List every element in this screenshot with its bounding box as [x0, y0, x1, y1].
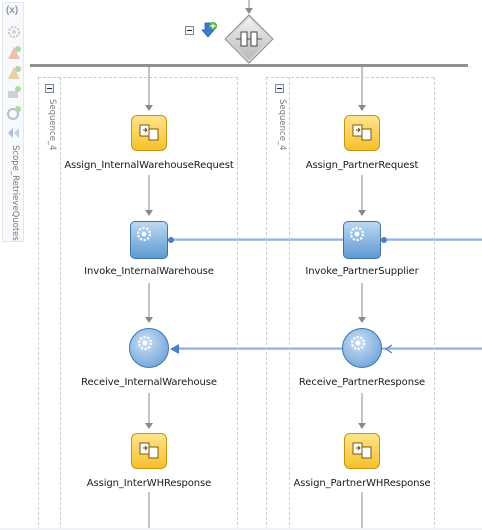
sequence-label-right: Sequence_4 [277, 99, 287, 151]
assign-activity-icon[interactable] [131, 115, 167, 151]
collapse-sequence-left[interactable] [45, 84, 54, 93]
flow-connectors [30, 0, 482, 530]
invoke-activity-icon[interactable] [343, 221, 381, 259]
gear-icon [349, 226, 365, 242]
gear-icon [136, 226, 152, 242]
activity-label: Assign_InternalWarehouseRequest [64, 160, 234, 171]
activity-label: Assign_PartnerWHResponse [293, 478, 431, 489]
assign-icon [139, 124, 159, 141]
activity-label: Invoke_PartnerSupplier [305, 266, 419, 277]
activity-label: Receive_PartnerResponse [298, 377, 426, 388]
flow-node-icon[interactable] [224, 14, 274, 64]
receive-activity-icon[interactable] [129, 328, 169, 368]
activity-label: Invoke_InternalWarehouse [84, 266, 214, 277]
bpel-canvas[interactable]: (x) Scope_RetrieveQuotes Sequence_4 Sequ… [0, 0, 482, 530]
gear-icon [137, 335, 153, 351]
assign-activity-icon[interactable] [344, 433, 380, 469]
assign-icon [352, 124, 372, 141]
activity-label: Assign_InterWHResponse [86, 478, 212, 489]
sequence-label-left: Sequence_4 [47, 99, 57, 151]
assign-activity-icon[interactable] [344, 115, 380, 151]
assign-icon [139, 442, 159, 459]
collapse-flow-toggle[interactable] [185, 26, 194, 35]
assign-activity-icon[interactable] [131, 433, 167, 469]
collapse-sequence-right[interactable] [275, 84, 284, 93]
receive-activity-icon[interactable] [342, 328, 382, 368]
assign-icon [352, 442, 372, 459]
add-sequence-icon[interactable] [200, 21, 218, 39]
gear-icon [350, 335, 366, 351]
activity-label: Receive_InternalWarehouse [81, 377, 217, 388]
invoke-activity-icon[interactable] [130, 221, 168, 259]
activity-label: Assign_PartnerRequest [305, 160, 419, 171]
